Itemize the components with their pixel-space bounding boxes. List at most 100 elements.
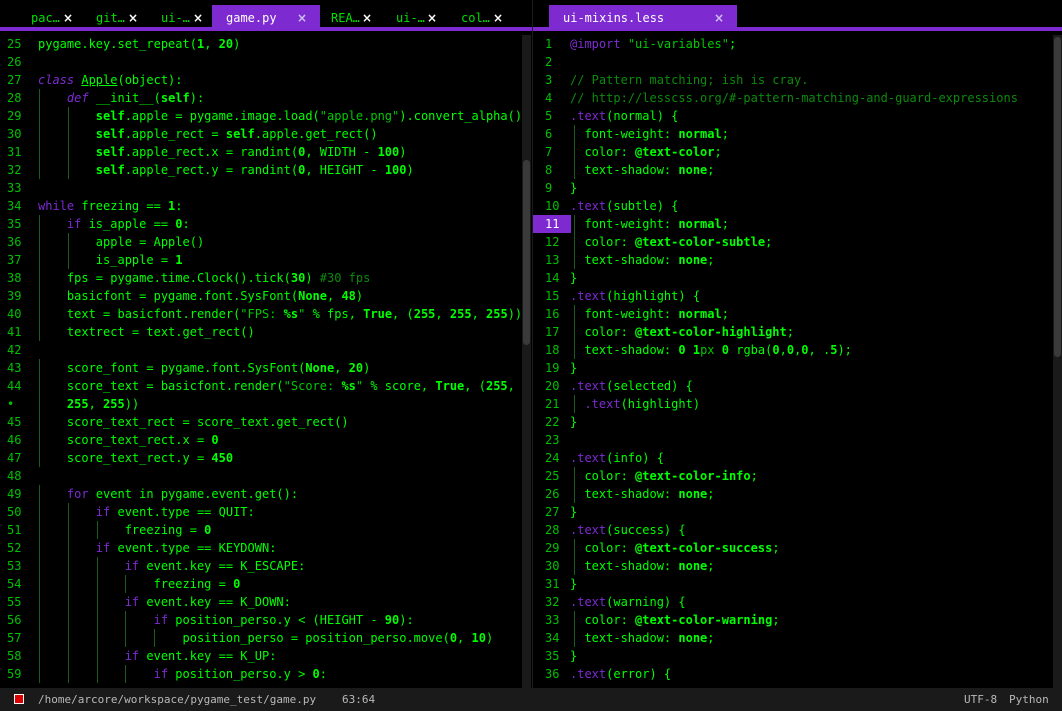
code-text[interactable]: if event.key == K_ESCAPE:: [38, 557, 306, 575]
left-code-line[interactable]: 40 text = basicfont.render("FPS: %s" % f…: [0, 305, 532, 323]
line-number[interactable]: 27: [0, 71, 28, 89]
code-text[interactable]: color: @text-color-highlight;: [570, 323, 794, 341]
right-code-line[interactable]: 25 color: @text-color-info;: [533, 467, 1062, 485]
code-text[interactable]: .text(error) {: [570, 665, 671, 683]
code-text[interactable]: text-shadow: none;: [570, 629, 714, 647]
code-text[interactable]: text-shadow: none;: [570, 485, 714, 503]
line-number[interactable]: 17: [533, 323, 571, 341]
left-code-line[interactable]: 35 if is_apple == 0:: [0, 215, 532, 233]
code-text[interactable]: for event in pygame.event.get():: [38, 485, 298, 503]
line-number[interactable]: 53: [0, 557, 28, 575]
right-code-line[interactable]: 31}: [533, 575, 1062, 593]
right-code-line[interactable]: 35}: [533, 647, 1062, 665]
left-code-line[interactable]: 55 if event.key == K_DOWN:: [0, 593, 532, 611]
left-tab-5[interactable]: ui-… ×: [384, 5, 444, 31]
code-text[interactable]: def __init__(self):: [38, 89, 204, 107]
code-text[interactable]: self.apple_rect.x = randint(0, WIDTH - 1…: [38, 143, 407, 161]
code-text[interactable]: font-weight: normal;: [570, 305, 729, 323]
close-icon[interactable]: ×: [128, 5, 138, 31]
right-code-line[interactable]: 29 color: @text-color-success;: [533, 539, 1062, 557]
line-number[interactable]: 32: [0, 161, 28, 179]
code-text[interactable]: text-shadow: none;: [570, 251, 714, 269]
code-text[interactable]: // http://lesscss.org/#-pattern-matching…: [570, 89, 1018, 107]
code-text[interactable]: basicfont = pygame.font.SysFont(None, 48…: [38, 287, 363, 305]
right-code-line[interactable]: 24 .text(info) {: [533, 449, 1062, 467]
line-number[interactable]: 9: [533, 179, 571, 197]
line-number[interactable]: 35: [0, 215, 28, 233]
close-icon[interactable]: ×: [63, 5, 73, 31]
line-number[interactable]: 3: [533, 71, 571, 89]
code-text[interactable]: color: @text-color-subtle;: [570, 233, 772, 251]
code-text[interactable]: is_apple = 1: [38, 251, 183, 269]
close-icon[interactable]: ×: [427, 5, 437, 31]
line-number[interactable]: 7: [533, 143, 571, 161]
close-icon[interactable]: ×: [493, 5, 503, 31]
right-scrollbar-thumb[interactable]: [1054, 37, 1061, 357]
code-text[interactable]: .text(highlight) {: [570, 287, 700, 305]
code-text[interactable]: .text(info) {: [570, 449, 664, 467]
line-number[interactable]: 5: [533, 107, 571, 125]
code-text[interactable]: .text(warning) {: [570, 593, 686, 611]
line-number[interactable]: 13: [533, 251, 571, 269]
code-text[interactable]: .text(selected) {: [570, 377, 693, 395]
line-number[interactable]: 36: [0, 233, 28, 251]
left-code-line[interactable]: 44 score_text = basicfont.render("Score:…: [0, 377, 532, 395]
code-text[interactable]: score_text = basicfont.render("Score: %s…: [38, 377, 515, 395]
line-number[interactable]: 56: [0, 611, 28, 629]
code-text[interactable]: while freezing == 1:: [38, 197, 183, 215]
right-code-line[interactable]: 21 .text(highlight): [533, 395, 1062, 413]
line-number[interactable]: 18: [533, 341, 571, 359]
left-code-line[interactable]: 47 score_text_rect.y = 450: [0, 449, 532, 467]
line-number[interactable]: 33: [0, 179, 28, 197]
left-code-line[interactable]: 59 if position_perso.y > 0:: [0, 665, 532, 683]
line-number[interactable]: 35: [533, 647, 571, 665]
line-number[interactable]: 50: [0, 503, 28, 521]
right-code-line[interactable]: 27}: [533, 503, 1062, 521]
line-number[interactable]: 12: [533, 233, 571, 251]
code-text[interactable]: class Apple(object):: [38, 71, 183, 89]
left-code-line[interactable]: 54 freezing = 0: [0, 575, 532, 593]
code-text[interactable]: // Pattern matching; ish is cray.: [570, 71, 808, 89]
right-code-line[interactable]: 26 text-shadow: none;: [533, 485, 1062, 503]
left-tab-3[interactable]: game.py ×: [212, 5, 320, 31]
git-status-icon[interactable]: [14, 694, 24, 704]
left-code-line[interactable]: 52 if event.type == KEYDOWN:: [0, 539, 532, 557]
left-code-line[interactable]: 31 self.apple_rect.x = randint(0, WIDTH …: [0, 143, 532, 161]
left-code-line[interactable]: 34 while freezing == 1:: [0, 197, 532, 215]
right-code-line[interactable]: 20 .text(selected) {: [533, 377, 1062, 395]
right-code-line[interactable]: 34 text-shadow: none;: [533, 629, 1062, 647]
line-number[interactable]: 11: [533, 215, 571, 233]
close-icon[interactable]: ×: [714, 5, 724, 31]
left-scrollbar-thumb[interactable]: [523, 160, 530, 345]
line-number[interactable]: 30: [533, 557, 571, 575]
code-text[interactable]: }: [570, 413, 577, 431]
line-number[interactable]: 25: [0, 35, 28, 53]
code-text[interactable]: score_text_rect.y = 450: [38, 449, 233, 467]
left-code-line[interactable]: 26: [0, 53, 532, 71]
right-code-line[interactable]: 28 .text(success) {: [533, 521, 1062, 539]
line-number[interactable]: 36: [533, 665, 571, 683]
line-number[interactable]: 28: [533, 521, 571, 539]
code-text[interactable]: if is_apple == 0:: [38, 215, 190, 233]
line-number[interactable]: 37: [0, 251, 28, 269]
code-text[interactable]: color: @text-color-success;: [570, 539, 779, 557]
line-number[interactable]: 45: [0, 413, 28, 431]
close-icon[interactable]: ×: [297, 5, 307, 31]
left-code-line[interactable]: 45 score_text_rect = score_text.get_rect…: [0, 413, 532, 431]
left-code-line[interactable]: 53 if event.key == K_ESCAPE:: [0, 557, 532, 575]
right-code-line[interactable]: 7 color: @text-color;: [533, 143, 1062, 161]
left-code-line[interactable]: 32 self.apple_rect.y = randint(0, HEIGHT…: [0, 161, 532, 179]
right-code-line[interactable]: 4// http://lesscss.org/#-pattern-matchin…: [533, 89, 1062, 107]
status-grammar[interactable]: Python: [1009, 688, 1049, 711]
code-text[interactable]: score_text_rect = score_text.get_rect(): [38, 413, 349, 431]
left-code-line[interactable]: 37 is_apple = 1: [0, 251, 532, 269]
code-text[interactable]: .text(normal) {: [570, 107, 678, 125]
left-code-line[interactable]: • 255, 255)): [0, 395, 532, 413]
left-code-line[interactable]: 58 if event.key == K_UP:: [0, 647, 532, 665]
left-code-line[interactable]: 48: [0, 467, 532, 485]
line-number[interactable]: 6: [533, 125, 571, 143]
line-number[interactable]: 34: [0, 197, 28, 215]
line-number[interactable]: 15: [533, 287, 571, 305]
code-text[interactable]: color: @text-color-warning;: [570, 611, 779, 629]
right-code-line[interactable]: 11 font-weight: normal;: [533, 215, 1062, 233]
